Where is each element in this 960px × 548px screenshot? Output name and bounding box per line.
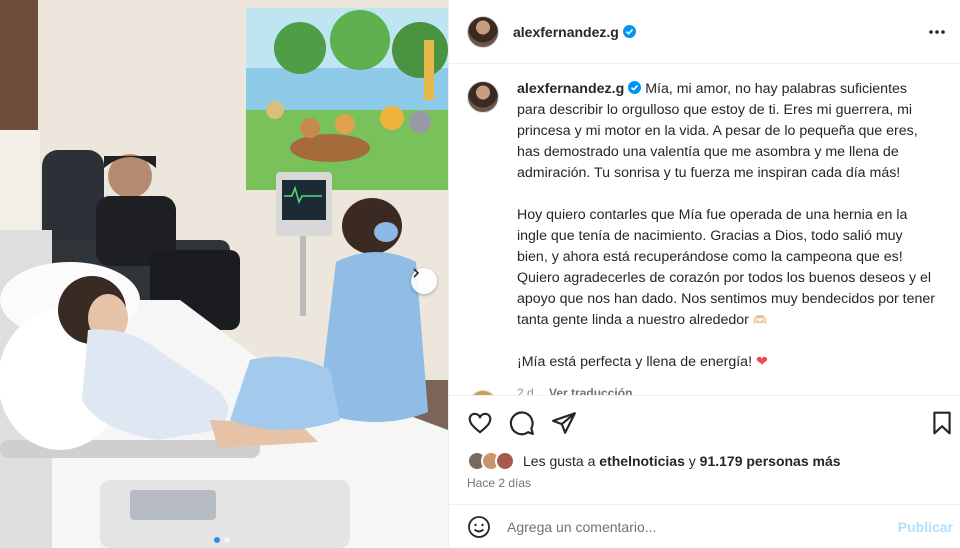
post-timestamp[interactable]: Hace 2 días	[467, 476, 531, 490]
bookmark-icon[interactable]	[929, 410, 955, 436]
see-translation-link[interactable]: Ver traducción	[549, 386, 632, 395]
post-side-panel: alexfernandez.g alexfernandez.g Mía, mi …	[448, 0, 960, 548]
red-heart-emoji: ❤	[755, 354, 768, 370]
verified-badge-icon	[622, 24, 636, 38]
post-username-text[interactable]: alexfernandez.g	[513, 24, 619, 40]
post-header: alexfernandez.g	[449, 0, 960, 64]
caption-paragraph-2-text: Hoy quiero contarles que Mía fue operada…	[517, 207, 936, 328]
avatar[interactable]	[467, 15, 499, 48]
hospital-room-illustration	[0, 0, 448, 548]
caption-paragraph-3-text: ¡Mía está perfecta y llena de energía!	[517, 354, 753, 370]
caption-text: alexfernandez.g Mía, mi amor, no hay pal…	[517, 79, 937, 395]
liker-avatar	[495, 451, 515, 471]
post-photo[interactable]	[0, 0, 448, 548]
caption-avatar[interactable]	[467, 81, 499, 113]
carousel-dot	[224, 537, 230, 543]
post-username[interactable]: alexfernandez.g	[513, 24, 636, 40]
chevron-right-icon	[413, 268, 420, 278]
caption-meta: 2 d Ver traducción	[517, 383, 937, 395]
heart-icon[interactable]	[467, 410, 493, 436]
likes-summary[interactable]: Les gusta a ethelnoticias y 91.179 perso…	[467, 451, 841, 471]
publish-button[interactable]: Publicar	[898, 519, 953, 535]
caption-age: 2 d	[517, 386, 534, 395]
action-bar	[449, 395, 960, 447]
likes-count[interactable]: 91.179 personas más	[700, 453, 841, 469]
likes-prefix: Les gusta a	[523, 453, 600, 469]
caption-paragraph-3: ¡Mía está perfecta y llena de energía! ❤	[517, 352, 937, 373]
comment-bar: Publicar	[449, 504, 960, 548]
instagram-post-modal: alexfernandez.g alexfernandez.g Mía, mi …	[0, 0, 960, 548]
carousel-indicator	[214, 537, 230, 543]
caption-username[interactable]: alexfernandez.g	[517, 81, 624, 97]
carousel-dot-active	[214, 537, 220, 543]
caption-section: alexfernandez.g Mía, mi amor, no hay pal…	[449, 65, 960, 395]
liker-username[interactable]: ethelnoticias	[599, 453, 685, 469]
caption-paragraph-1: alexfernandez.g Mía, mi amor, no hay pal…	[517, 79, 937, 184]
caption-paragraph-2: Hoy quiero contarles que Mía fue operada…	[517, 205, 937, 331]
more-horizontal-icon[interactable]	[925, 22, 949, 42]
comment-input[interactable]	[507, 518, 887, 535]
heart-hands-emoji: 🫶🏻	[752, 313, 768, 327]
caption-row: alexfernandez.g Mía, mi amor, no hay pal…	[467, 79, 947, 395]
verified-badge-icon	[628, 81, 642, 94]
smiley-icon[interactable]	[467, 515, 491, 539]
send-icon[interactable]	[551, 410, 577, 436]
liker-avatars	[467, 451, 515, 471]
likes-middle: y	[684, 453, 700, 469]
carousel-next-button[interactable]	[411, 268, 437, 294]
comment-icon[interactable]	[509, 410, 535, 436]
